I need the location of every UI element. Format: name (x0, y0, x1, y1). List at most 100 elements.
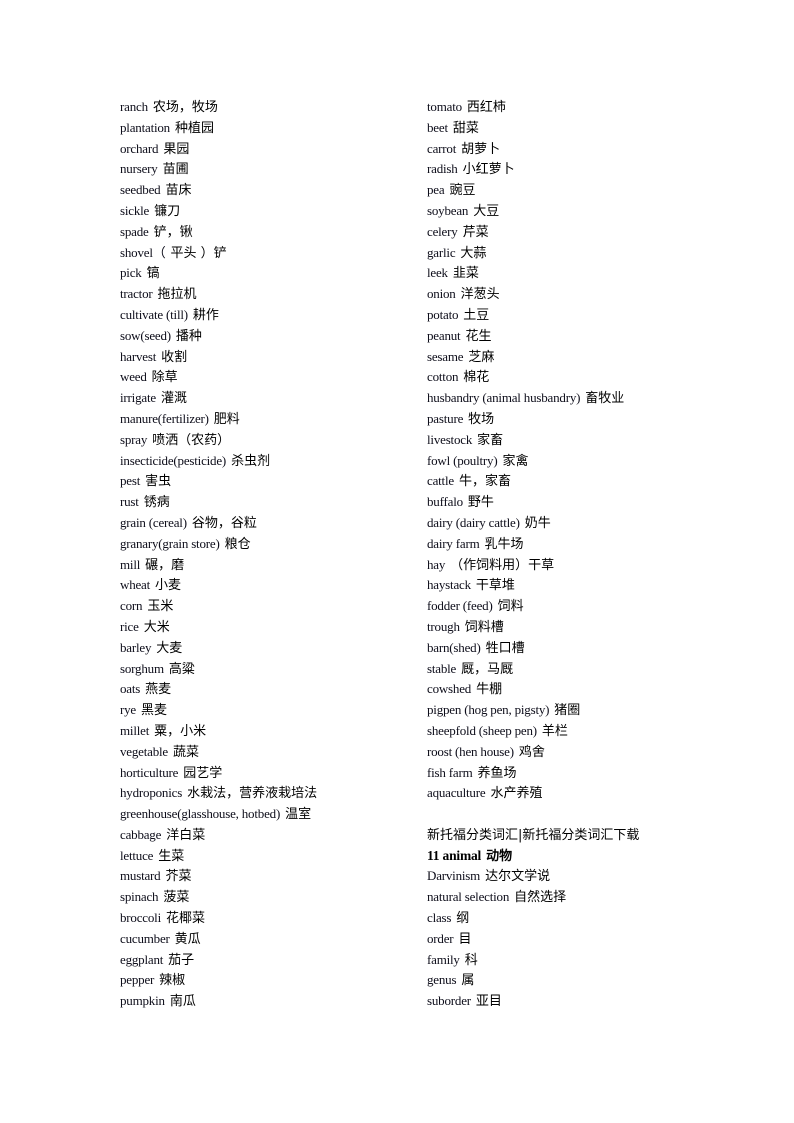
vocab-entry: wheat 小麦 (120, 575, 410, 596)
vocab-entry: pick 镐 (120, 263, 410, 284)
vocab-english: sorghum (120, 660, 164, 676)
vocab-english: pumpkin (120, 993, 165, 1009)
vocab-english: pepper (120, 972, 155, 988)
vocab-english: celery (427, 223, 458, 239)
vocab-chinese: 耕作 (192, 307, 219, 323)
vocab-chinese: 种植园 (175, 120, 215, 136)
vocab-entry: pea 豌豆 (427, 180, 747, 201)
vocab-english: natural selection (427, 889, 510, 905)
vocab-entry: shovel（ 平头 ）铲 (120, 243, 410, 264)
vocab-english: cabbage (120, 826, 162, 842)
vocab-chinese: 家禽 (502, 453, 529, 469)
vocab-chinese: 奶牛 (524, 515, 551, 531)
vocab-english: grain (cereal) (120, 514, 187, 530)
vocab-entry: insecticide(pesticide) 杀虫剂 (120, 451, 410, 472)
vocab-chinese: 棉花 (463, 370, 490, 386)
vocab-entry: trough 饲料槽 (427, 617, 747, 638)
vocab-chinese: 杀虫剂 (231, 453, 271, 469)
vocab-english: order (427, 930, 454, 946)
vocab-english: nursery (120, 161, 158, 177)
vocab-entry: garlic 大蒜 (427, 243, 747, 264)
vocab-entry: weed 除草 (120, 367, 410, 388)
vocab-chinese: 水产养殖 (490, 786, 543, 802)
vocab-entry: buffalo 野牛 (427, 492, 747, 513)
vocab-entry: spade 铲，锹 (120, 222, 410, 243)
vocab-english: lettuce (120, 847, 154, 863)
vocab-english: spinach (120, 889, 159, 905)
section-heading: 11 animal 动物 (427, 846, 747, 867)
vocab-entry: spinach 菠菜 (120, 887, 410, 908)
vocab-entry: broccoli 花椰菜 (120, 908, 410, 929)
vocab-english: millet (120, 722, 150, 738)
vocab-chinese: 豌豆 (449, 183, 476, 199)
vocab-entry: family 科 (427, 950, 747, 971)
vocab-english: mill (120, 556, 141, 572)
vocab-english: corn (120, 598, 143, 614)
vocab-english: manure(fertilizer) (120, 410, 209, 426)
vocab-chinese: 家畜 (477, 432, 504, 448)
vocab-english: cattle (427, 473, 454, 489)
vocab-chinese: 大豆 (473, 203, 500, 219)
vocab-entry: pumpkin 南瓜 (120, 991, 410, 1012)
vocab-english: sickle (120, 202, 150, 218)
vocab-entry: seedbed 苗床 (120, 180, 410, 201)
vocab-entry: pest 害虫 (120, 471, 410, 492)
vocab-chinese: 自然选择 (514, 890, 567, 906)
vocab-chinese: 西红柿 (466, 100, 506, 115)
vocab-chinese: 温室 (285, 807, 312, 823)
vocab-english: carrot (427, 140, 457, 156)
vocab-chinese: 目 (458, 931, 472, 947)
vocab-entry: oats 燕麦 (120, 679, 410, 700)
vocab-chinese: 花生 (465, 328, 492, 344)
vocab-entry: stable 厩，马厩 (427, 659, 747, 680)
vocab-entry: roost (hen house) 鸡舍 (427, 742, 747, 763)
vocab-entry: spray 喷洒（农药） (120, 430, 410, 451)
document-page: ranch 农场，牧场 plantation 种植园 orchard 果园 nursery 苗… (0, 0, 794, 1123)
vocab-chinese: 芝麻 (468, 349, 495, 365)
vocab-chinese: 喷洒（农药） (152, 432, 231, 448)
vocab-chinese: 猪圈 (554, 703, 581, 719)
vocab-chinese: 鸡舍 (518, 744, 545, 760)
vocab-chinese: 收割 (161, 349, 188, 365)
vocab-chinese: 小红萝卜 (462, 162, 515, 178)
vocab-chinese: 水栽法，营养液栽培法 (187, 786, 318, 802)
vocab-entry: nursery 苗圃 (120, 159, 410, 180)
vocab-english: livestock (427, 431, 473, 447)
vocab-chinese: 铲，锹 (153, 224, 193, 240)
vocab-entry: suborder 亚目 (427, 991, 747, 1012)
vocab-english: class (427, 910, 452, 926)
vocab-chinese: 害虫 (145, 474, 172, 490)
vocab-english: buffalo (427, 494, 463, 510)
vocab-chinese: 饲料 (497, 599, 524, 615)
vocab-entry: husbandry (animal husbandry) 畜牧业 (427, 388, 747, 409)
vocab-entry: celery 芹菜 (427, 222, 747, 243)
vocab-english: sesame (427, 348, 464, 364)
vocab-chinese: 牲口槽 (485, 640, 525, 656)
vocab-chinese: 野牛 (467, 495, 494, 511)
vocab-entry: cabbage 洋白菜 (120, 825, 410, 846)
vocab-chinese: 甜菜 (452, 120, 479, 136)
vocab-entry: pigpen (hog pen, pigsty) 猪圈 (427, 700, 747, 721)
vocab-chinese: 粟，小米 (154, 723, 207, 739)
vocab-entry: cattle 牛，家畜 (427, 471, 747, 492)
vocab-chinese: 农场，牧场 (152, 100, 218, 115)
vocab-english: cotton (427, 369, 459, 385)
vocab-english: Darvinism (427, 868, 481, 884)
vocab-english: trough (427, 618, 460, 634)
vocab-english: haystack (427, 577, 471, 593)
vocab-entry: onion 洋葱头 (427, 284, 747, 305)
vocab-chinese: 果园 (163, 141, 190, 157)
vocab-english: fodder (feed) (427, 598, 493, 614)
vocab-entry: pepper 辣椒 (120, 970, 410, 991)
vocab-chinese: 大米 (143, 619, 170, 635)
vocab-entry: livestock 家畜 (427, 430, 747, 451)
vocab-english: radish (427, 161, 458, 177)
vocab-english: roost (hen house) (427, 743, 514, 759)
vocab-entry: plantation 种植园 (120, 118, 410, 139)
vocab-english: seedbed (120, 182, 161, 198)
vocab-english: granary(grain store) (120, 535, 220, 551)
vocab-chinese: 小麦 (155, 578, 182, 594)
vocab-english: oats (120, 681, 141, 697)
vocab-chinese: 镰刀 (154, 203, 181, 219)
vocab-chinese: 锈病 (143, 495, 170, 511)
